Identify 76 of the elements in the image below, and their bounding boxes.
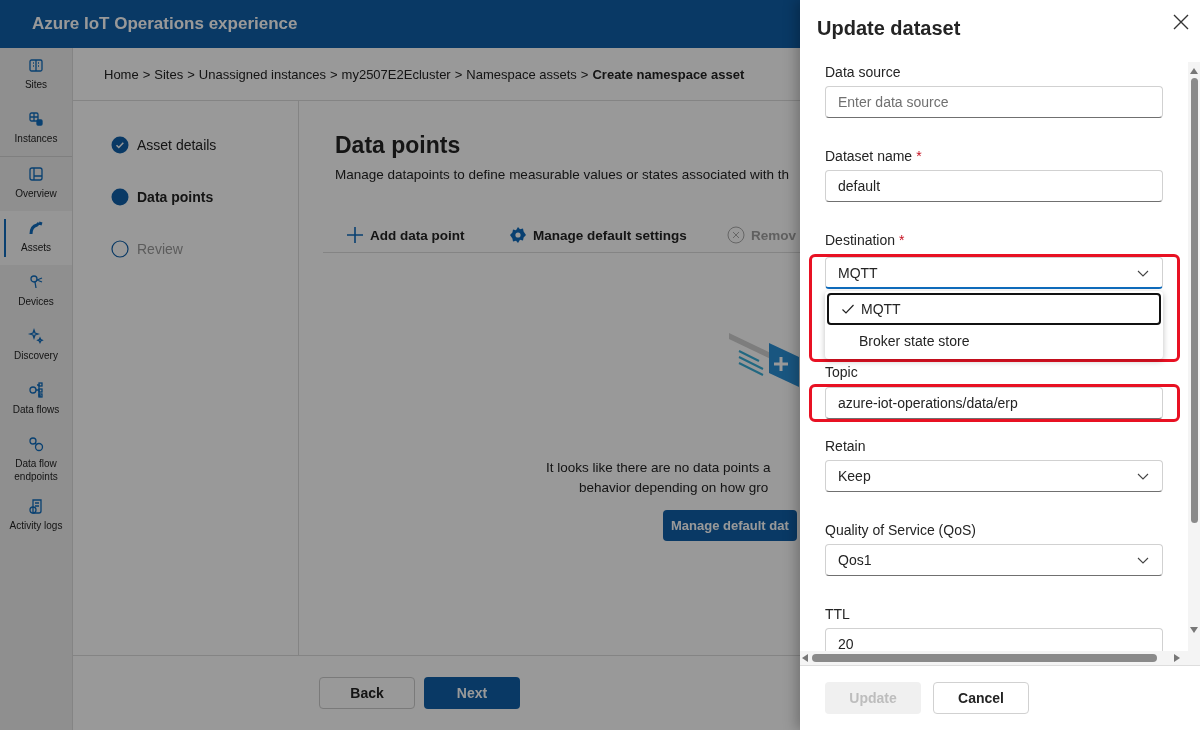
breadcrumb-separator: > — [454, 66, 463, 82]
field-label: Quality of Service (QoS) — [825, 521, 977, 540]
breadcrumb-item: Create namespace asset — [592, 66, 745, 82]
dropdown[interactable]: Keep — [825, 460, 1163, 492]
text-field[interactable]: 20 — [825, 628, 1163, 651]
page-description: Manage datapoints to define measurable values or states associated with th — [335, 167, 791, 182]
cancel-button[interactable]: Cancel — [933, 682, 1029, 714]
toolbar-button[interactable]: Add data point — [346, 226, 465, 244]
toolbar-button[interactable]: Manage default settings — [509, 226, 687, 244]
text-field[interactable]: azure-iot-operations/data/erp — [825, 387, 1163, 419]
nav-icon — [27, 219, 45, 237]
breadcrumb-separator: > — [142, 66, 151, 82]
text-field[interactable]: Enter data source — [825, 86, 1163, 118]
horizontal-scrollbar[interactable] — [800, 651, 1200, 665]
nav-icon — [27, 273, 45, 291]
text-field[interactable]: default — [825, 170, 1163, 202]
field-label: Retain — [825, 437, 867, 456]
option-label: MQTT — [861, 301, 901, 317]
required-mark: * — [916, 148, 922, 164]
nav-icon — [27, 110, 45, 128]
dropdown-option[interactable]: Broker state store — [827, 325, 1161, 357]
filled-circle-icon — [111, 188, 129, 206]
field-label: Data source — [825, 63, 902, 82]
breadcrumb-item[interactable]: Sites — [154, 66, 184, 82]
vertical-scrollbar[interactable] — [1188, 62, 1200, 651]
sidebar-item[interactable]: Data flow endpoints — [0, 427, 72, 489]
page-title: Data points — [335, 132, 462, 159]
next-button[interactable]: Next — [424, 677, 520, 709]
sidebar-item[interactable]: Assets — [0, 211, 72, 265]
circle-x-icon — [727, 226, 745, 244]
field-label: Dataset name * — [825, 147, 923, 166]
option-label: Broker state store — [859, 333, 970, 349]
sidebar-item[interactable]: Activity logs — [0, 489, 72, 543]
gear-icon — [509, 226, 527, 244]
scroll-right-icon[interactable] — [1174, 654, 1180, 662]
dropdown[interactable]: Qos1 — [825, 544, 1163, 576]
field-label: Destination * — [825, 231, 906, 250]
breadcrumb-item[interactable]: Home — [104, 66, 139, 82]
breadcrumb-separator: > — [330, 66, 338, 82]
breadcrumb-item[interactable]: Namespace assets — [466, 66, 577, 82]
sidebar-item[interactable]: Sites — [0, 48, 72, 102]
nav-icon — [27, 327, 45, 345]
scroll-up-icon[interactable] — [1190, 68, 1198, 74]
field-label: TTL — [825, 605, 851, 624]
nav-icon — [27, 165, 45, 183]
empty-state-text: behavior depending on how gro — [579, 479, 770, 497]
breadcrumb-separator: > — [187, 66, 195, 82]
required-mark: * — [899, 232, 905, 248]
sidebar-item[interactable]: Discovery — [0, 319, 72, 373]
sidebar-item[interactable]: Instances — [0, 102, 72, 156]
breadcrumb-item[interactable]: Unassigned instances — [198, 66, 326, 82]
plus-icon — [346, 226, 364, 244]
sidebar-item[interactable]: Overview — [0, 157, 72, 211]
circle-icon — [111, 240, 129, 258]
dropdown-option[interactable]: MQTT — [827, 293, 1161, 325]
check-circle-icon — [111, 136, 129, 154]
panel-title: Update dataset — [817, 16, 961, 40]
sidebar-item[interactable]: Data flows — [0, 373, 72, 427]
nav-icon — [27, 497, 45, 515]
scroll-left-icon[interactable] — [802, 654, 808, 662]
nav-icon — [27, 435, 45, 453]
dropdown[interactable]: MQTT — [825, 257, 1163, 289]
nav-icon — [27, 56, 45, 74]
checkmark-icon — [841, 302, 855, 316]
back-button[interactable]: Back — [319, 677, 415, 709]
step-label[interactable]: Data points — [137, 189, 214, 205]
nav-icon — [27, 381, 45, 399]
sidebar-item[interactable]: Devices — [0, 265, 72, 319]
app-title: Azure IoT Operations experience — [0, 0, 800, 48]
empty-state-text: It looks like there are no data points a — [546, 459, 772, 477]
breadcrumb-item[interactable]: my2507E2Ecluster — [341, 66, 451, 82]
field-label: Topic — [825, 363, 859, 382]
breadcrumb-separator: > — [580, 66, 589, 82]
manage-defaults-button[interactable]: Manage default dat — [663, 510, 797, 541]
scroll-down-icon[interactable] — [1190, 627, 1198, 633]
step-label[interactable]: Asset details — [137, 137, 217, 153]
